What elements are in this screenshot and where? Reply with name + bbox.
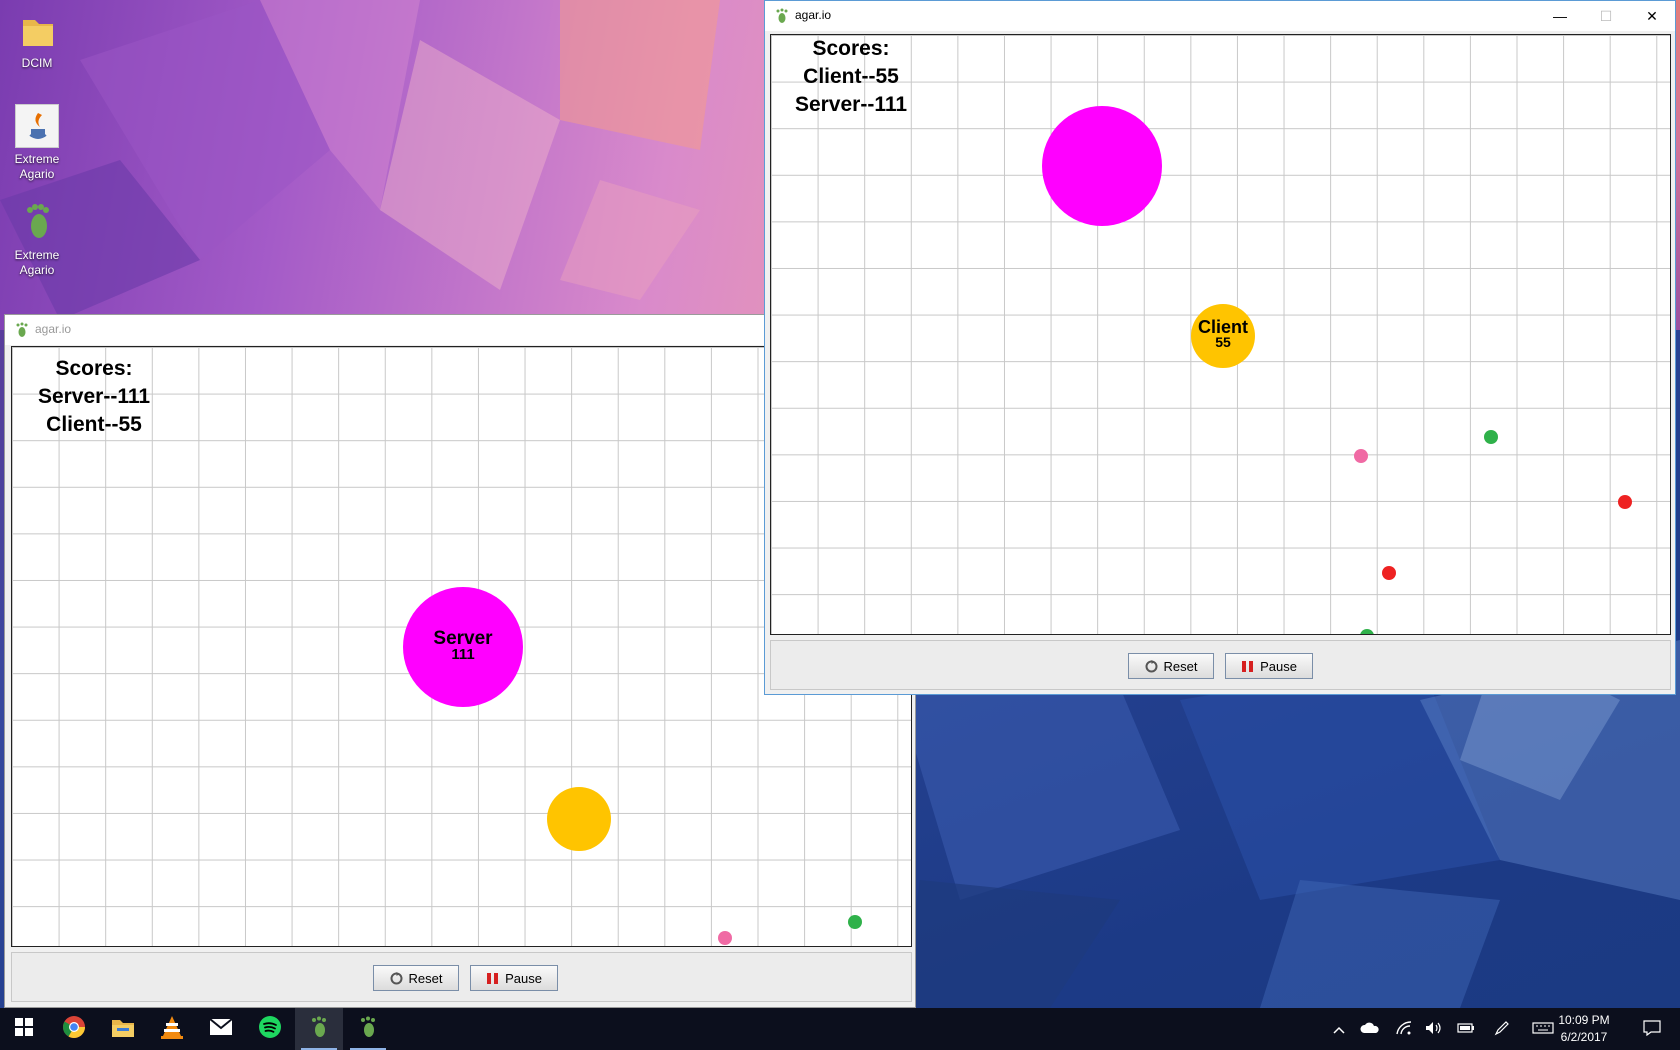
vlc-icon xyxy=(161,1015,183,1044)
taskbar-file-explorer[interactable] xyxy=(99,1008,147,1050)
taskbar-chrome[interactable] xyxy=(50,1008,98,1050)
show-hidden-icons-button[interactable] xyxy=(1326,1008,1352,1050)
maximize-button[interactable]: ☐ xyxy=(1583,1,1629,31)
close-icon: ✕ xyxy=(1646,8,1658,24)
agario-server-icon xyxy=(308,1016,330,1043)
reset-button[interactable]: Reset xyxy=(373,965,459,991)
food-pellet xyxy=(848,915,862,929)
server-player-cell xyxy=(1042,106,1162,226)
minimize-button[interactable]: — xyxy=(1537,1,1583,31)
score-line: Client--55 xyxy=(803,65,899,88)
windows-start-icon xyxy=(15,1017,33,1041)
onedrive-tray[interactable] xyxy=(1356,1008,1384,1050)
volume-tray[interactable] xyxy=(1420,1008,1448,1050)
client-player-cell: Client 55 xyxy=(1191,304,1255,368)
clock-time: 10:09 PM xyxy=(1558,1013,1610,1027)
food-pellet xyxy=(1360,629,1374,634)
score-line: Server--111 xyxy=(37,385,151,408)
chrome-icon xyxy=(62,1015,86,1044)
pause-button[interactable]: Pause xyxy=(470,965,558,991)
pause-icon xyxy=(1241,660,1254,673)
desktop-icon-extreme-agario-jar[interactable]: Extreme Agario xyxy=(0,104,74,182)
cell-score: 111 xyxy=(451,646,475,663)
action-center-button[interactable] xyxy=(1632,1008,1672,1050)
client-control-panel: Reset Pause xyxy=(770,640,1671,690)
java-icon xyxy=(15,104,59,148)
food-pellet xyxy=(1484,430,1498,444)
reset-icon xyxy=(390,971,403,985)
pen-icon xyxy=(1494,1020,1510,1039)
taskbar-vlc[interactable] xyxy=(148,1008,196,1050)
agario-client-icon xyxy=(357,1016,379,1043)
taskbar-agario-client[interactable] xyxy=(344,1008,392,1050)
taskbar-spotify[interactable] xyxy=(246,1008,294,1050)
notification-icon xyxy=(1643,1019,1661,1039)
reset-label: Reset xyxy=(408,970,443,986)
reset-icon xyxy=(1145,659,1158,673)
taskbar-clock[interactable]: 10:09 PM 6/2/2017 xyxy=(1544,1012,1624,1046)
desktop-icon-label: Extreme Agario xyxy=(14,248,60,277)
chevron-up-icon xyxy=(1333,1021,1345,1037)
scores-heading: Scores: xyxy=(55,357,133,380)
food-pellet xyxy=(1354,449,1368,463)
battery-tray[interactable] xyxy=(1452,1008,1480,1050)
taskbar-mail[interactable] xyxy=(197,1008,245,1050)
volume-icon xyxy=(1425,1021,1443,1038)
desktop-icon-label: DCIM xyxy=(21,56,53,70)
desktop-icon-extreme-agario-exe[interactable]: Extreme Agario xyxy=(0,200,74,278)
mail-icon xyxy=(209,1017,233,1041)
cell-score: 55 xyxy=(1215,334,1231,350)
start-button[interactable] xyxy=(0,1008,48,1050)
score-line: Client--55 xyxy=(46,413,142,436)
food-pellet xyxy=(1618,495,1632,509)
wifi-icon xyxy=(1396,1020,1412,1038)
desktop-icon-label: Extreme Agario xyxy=(14,152,60,181)
close-button[interactable]: ✕ xyxy=(1629,1,1675,31)
desktop-icon-dcim[interactable]: DCIM xyxy=(0,8,74,71)
server-player-cell: Server 111 xyxy=(403,587,523,707)
client-game-canvas[interactable]: Scores: Client--55 Server--111 Client 55 xyxy=(770,34,1671,635)
scoreboard: Scores: Client--55 Server--111 xyxy=(781,35,921,119)
footprint-icon xyxy=(773,8,789,24)
taskbar: 10:09 PM 6/2/2017 xyxy=(0,1008,1680,1050)
pause-icon xyxy=(486,972,499,985)
spotify-icon xyxy=(258,1015,282,1044)
scoreboard: Scores: Server--111 Client--55 xyxy=(24,355,164,439)
pen-tray[interactable] xyxy=(1488,1008,1516,1050)
food-pellet xyxy=(1382,566,1396,580)
food-pellet xyxy=(718,931,732,945)
battery-icon xyxy=(1457,1021,1475,1037)
pause-label: Pause xyxy=(505,970,542,986)
minimize-icon: — xyxy=(1553,8,1567,24)
reset-label: Reset xyxy=(1163,658,1198,674)
network-tray[interactable] xyxy=(1390,1008,1418,1050)
maximize-icon: ☐ xyxy=(1599,8,1613,24)
clock-date: 6/2/2017 xyxy=(1560,1030,1608,1044)
pause-label: Pause xyxy=(1260,658,1297,674)
onedrive-icon xyxy=(1360,1021,1380,1037)
client-window: agar.io — ☐ ✕ Scores: Client--55 Server-… xyxy=(764,0,1676,695)
scores-heading: Scores: xyxy=(812,37,890,60)
client-player-cell xyxy=(547,787,611,851)
file-explorer-icon xyxy=(111,1016,135,1043)
reset-button[interactable]: Reset xyxy=(1128,653,1214,679)
server-control-panel: Reset Pause xyxy=(11,952,912,1002)
client-window-titlebar[interactable]: agar.io — ☐ ✕ xyxy=(765,1,1675,31)
folder-icon xyxy=(15,8,59,52)
window-title: agar.io xyxy=(795,8,832,22)
footprint-icon xyxy=(15,200,59,244)
pause-button[interactable]: Pause xyxy=(1225,653,1313,679)
score-line: Server--111 xyxy=(794,93,908,116)
footprint-icon xyxy=(13,322,29,338)
taskbar-agario-server[interactable] xyxy=(295,1008,343,1050)
window-title: agar.io xyxy=(35,322,72,336)
